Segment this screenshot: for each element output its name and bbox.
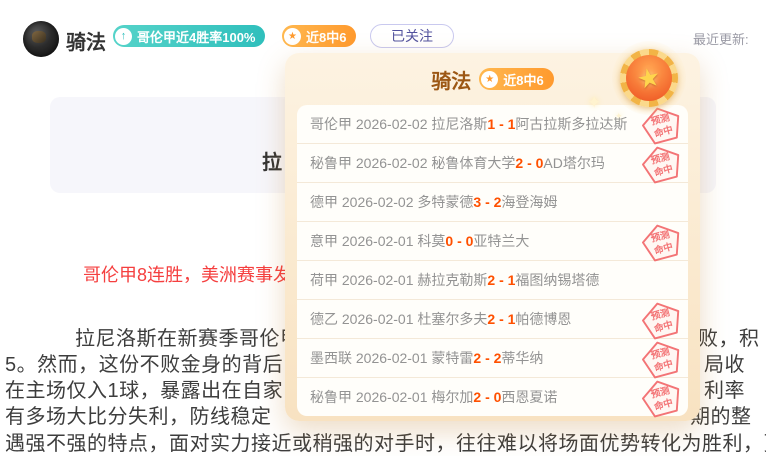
hit-rate-badge: ★ 近8中6 — [282, 25, 356, 47]
article-line: 败，积 — [698, 322, 760, 351]
prediction-row[interactable]: 德甲 2026-02-02 多特蒙德3 - 2海登海姆 — [297, 183, 688, 222]
prediction-row[interactable]: 德乙 2026-02-01 杜塞尔多夫2 - 1帕德博恩 预测 命中 — [297, 300, 688, 339]
row-score: 0 - 0 — [445, 233, 473, 249]
row-meta: 意甲 2026-02-01 科莫 — [310, 233, 445, 249]
win-rate-badge: ↑ 哥伦甲近4胜率100% — [113, 25, 265, 47]
hit-rate-badge-label: 近8中6 — [306, 27, 346, 46]
row-meta: 德乙 2026-02-01 杜塞尔多夫 — [310, 311, 487, 327]
medal-ring: ★ — [620, 49, 678, 107]
popup-title: 骑法 — [431, 65, 471, 94]
row-score: 2 - 0 — [515, 155, 543, 171]
row-score: 2 - 2 — [473, 350, 501, 366]
row-away-team: 帕德博恩 — [515, 311, 571, 327]
article-line: 拉尼洛斯在新赛季哥伦甲 — [75, 322, 301, 351]
row-score: 2 - 1 — [487, 311, 515, 327]
article-line: 局收 — [704, 348, 745, 377]
prediction-text: 德乙 2026-02-01 杜塞尔多夫2 - 1帕德博恩 — [310, 309, 571, 329]
avatar[interactable] — [23, 21, 59, 57]
prediction-text: 秘鲁甲 2026-02-02 秘鲁体育大学2 - 0AD塔尔玛 — [310, 153, 605, 173]
row-meta: 墨西联 2026-02-01 蒙特雷 — [310, 350, 473, 366]
popup-hit-badge: ★ 近8中6 — [479, 68, 553, 90]
prediction-text: 哥伦甲 2026-02-02 拉尼洛斯1 - 1阿古拉斯多拉达斯 — [310, 114, 627, 134]
match-title-fragment: 拉 — [262, 146, 282, 175]
article-line: 遇强不强的特点，面对实力接近或稍强的对手时，往往难以将场面优势转化为胜利，更值得… — [5, 427, 766, 456]
row-meta: 秘鲁甲 2026-02-02 秘鲁体育大学 — [310, 155, 515, 171]
prediction-text: 荷甲 2026-02-01 赫拉克勒斯2 - 1福图纳锡塔德 — [310, 270, 599, 290]
prediction-text: 德甲 2026-02-02 多特蒙德3 - 2海登海姆 — [310, 192, 557, 212]
hit-stamp-icon: 预测 命中 — [638, 375, 687, 424]
sparkle-icon: ✦ — [587, 93, 601, 113]
row-away-team: AD塔尔玛 — [543, 155, 604, 171]
follow-button[interactable]: 已关注 — [370, 24, 454, 48]
article-line: 在主场仅入1球，暴露出在自家 — [5, 374, 283, 403]
prediction-row[interactable]: 意甲 2026-02-01 科莫0 - 0亚特兰大 预测 命中 — [297, 222, 688, 261]
gold-medal-icon: ★ — [620, 49, 678, 107]
row-meta: 秘鲁甲 2026-02-01 梅尔加 — [310, 389, 473, 405]
prediction-row[interactable]: 秘鲁甲 2026-02-02 秘鲁体育大学2 - 0AD塔尔玛 预测 命中 — [297, 144, 688, 183]
sparkle-icon: ✦ — [615, 111, 623, 122]
username: 骑法 — [66, 26, 106, 55]
article-line: 有多场大比分失利，防线稳定 — [5, 400, 272, 429]
prediction-text: 墨西联 2026-02-01 蒙特雷2 - 2蒂华纳 — [310, 348, 543, 368]
last-update-label: 最近更新: — [693, 29, 749, 48]
row-meta: 荷甲 2026-02-01 赫拉克勒斯 — [310, 272, 487, 288]
row-away-team: 海登海姆 — [501, 194, 557, 210]
row-away-team: 阿古拉斯多拉达斯 — [515, 116, 627, 132]
row-score: 2 - 1 — [487, 272, 515, 288]
predictions-popup: ✦ ✦ ★ 骑法 ★ 近8中6 哥伦甲 2026-02-02 拉尼洛斯1 - 1阿… — [285, 53, 700, 421]
medal-core: ★ — [626, 55, 672, 101]
trend-up-icon: ↑ — [115, 28, 132, 45]
prediction-row[interactable]: 墨西联 2026-02-01 蒙特雷2 - 2蒂华纳 预测 命中 — [297, 339, 688, 378]
article-headline: 哥伦甲8连胜，美洲赛事发 — [83, 261, 291, 287]
row-score: 3 - 2 — [473, 194, 501, 210]
star-icon: ★ — [481, 71, 498, 88]
medal-star-icon: ★ — [635, 63, 663, 93]
star-icon: ★ — [284, 28, 301, 45]
predictions-list: 哥伦甲 2026-02-02 拉尼洛斯1 - 1阿古拉斯多拉达斯 预测 命中 秘… — [297, 105, 688, 416]
article-line: 5。然而，这份不败金身的背后 — [5, 348, 283, 377]
prediction-row[interactable]: 荷甲 2026-02-01 赫拉克勒斯2 - 1福图纳锡塔德 — [297, 261, 688, 300]
popup-hit-badge-label: 近8中6 — [503, 70, 543, 89]
prediction-text: 意甲 2026-02-01 科莫0 - 0亚特兰大 — [310, 231, 529, 251]
win-rate-badge-label: 哥伦甲近4胜率100% — [137, 27, 255, 46]
row-score: 2 - 0 — [473, 389, 501, 405]
row-meta: 哥伦甲 2026-02-02 拉尼洛斯 — [310, 116, 487, 132]
row-away-team: 蒂华纳 — [501, 350, 543, 366]
prediction-row[interactable]: 秘鲁甲 2026-02-01 梅尔加2 - 0西恩夏诺 预测 命中 — [297, 378, 688, 416]
prediction-text: 秘鲁甲 2026-02-01 梅尔加2 - 0西恩夏诺 — [310, 387, 557, 407]
article-line: 利率 — [704, 374, 745, 403]
row-score: 1 - 1 — [487, 116, 515, 132]
row-away-team: 福图纳锡塔德 — [515, 272, 599, 288]
row-away-team: 西恩夏诺 — [501, 389, 557, 405]
row-meta: 德甲 2026-02-02 多特蒙德 — [310, 194, 473, 210]
row-away-team: 亚特兰大 — [473, 233, 529, 249]
prediction-row[interactable]: 哥伦甲 2026-02-02 拉尼洛斯1 - 1阿古拉斯多拉达斯 预测 命中 — [297, 105, 688, 144]
